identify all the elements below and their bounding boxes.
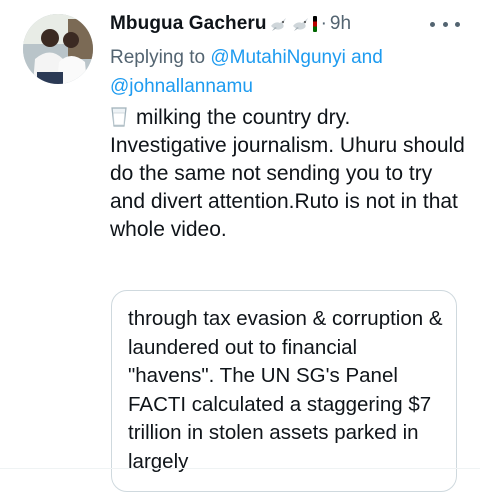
avatar[interactable] [23, 14, 93, 84]
separator-dot: · [320, 13, 327, 34]
dove-emoji-icon [270, 18, 286, 31]
kenya-flag-emoji-icon [312, 16, 317, 32]
and-word: and [351, 47, 383, 68]
mention-link[interactable]: @MutahiNgunyi [210, 47, 345, 68]
mention-link[interactable]: @johnallannamu [110, 76, 253, 97]
timestamp[interactable]: 9h [330, 13, 351, 35]
author-name[interactable]: Mbugua Gacheru [110, 13, 267, 35]
tweet-text-body: Investigative journalism. Uhuru should d… [110, 134, 465, 241]
tweet-text: milking the country dry. Investigative j… [110, 104, 465, 244]
divider [0, 468, 480, 469]
tweet-text-line-1: milking the country dry. [136, 106, 351, 129]
quoted-card[interactable]: through tax evasion & corruption & laund… [111, 290, 457, 492]
milk-glass-emoji-icon [111, 107, 127, 127]
quoted-card-text: through tax evasion & corruption & laund… [128, 307, 443, 473]
tweet-header: Mbugua Gacheru · 9h [110, 9, 351, 39]
replying-to: Replying to @MutahiNgunyi and @johnallan… [110, 43, 460, 101]
more-icon[interactable] [430, 14, 460, 34]
dove-emoji-icon [292, 18, 308, 31]
replying-prefix: Replying to [110, 47, 206, 68]
